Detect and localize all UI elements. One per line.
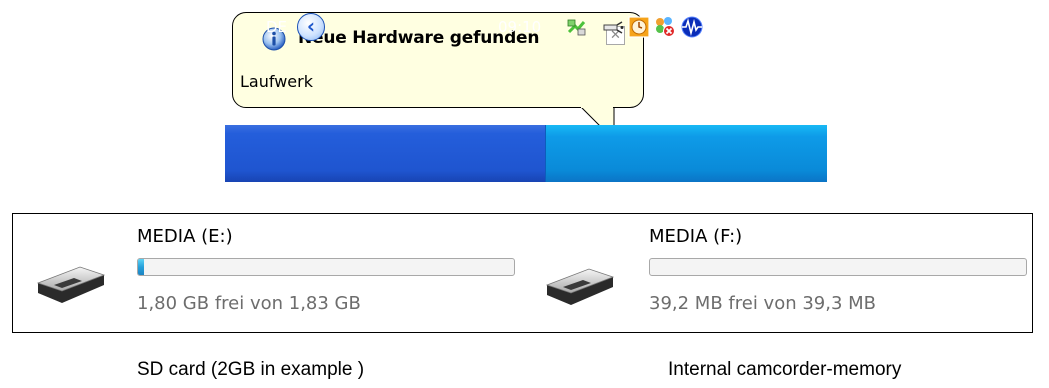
safely-remove-hardware-icon[interactable] <box>602 16 624 38</box>
system-tray <box>545 125 827 182</box>
caption-sd-card: SD card (2GB in example ) <box>137 359 365 380</box>
drive-free-space: 1,80 GB frei von 1,83 GB <box>137 293 361 314</box>
show-hidden-icons-button[interactable]: ‹ <box>297 13 325 41</box>
removable-drive-icon[interactable] <box>543 263 615 311</box>
language-indicator[interactable]: DE <box>266 18 287 36</box>
balloon-message: Laufwerk <box>240 72 313 91</box>
balloon-tail-join <box>581 104 613 108</box>
network-activity-icon[interactable] <box>566 16 588 38</box>
security-alert-icon[interactable] <box>654 16 676 38</box>
drive-name[interactable]: MEDIA (F:) <box>649 226 742 247</box>
audio-wave-icon[interactable] <box>678 16 706 38</box>
drive-usage-bar <box>137 258 515 276</box>
caption-internal-memory: Internal camcorder-memory <box>668 359 902 380</box>
drive-name[interactable]: MEDIA (E:) <box>137 226 233 247</box>
drive-free-space: 39,2 MB frei von 39,3 MB <box>649 293 877 314</box>
drive-usage-fill <box>138 259 145 275</box>
taskbar <box>225 125 827 182</box>
clock-app-icon[interactable] <box>628 16 650 38</box>
removable-drive-icon[interactable] <box>34 261 106 309</box>
clock[interactable]: 09:10 <box>498 18 541 36</box>
drive-usage-bar <box>649 258 1027 276</box>
